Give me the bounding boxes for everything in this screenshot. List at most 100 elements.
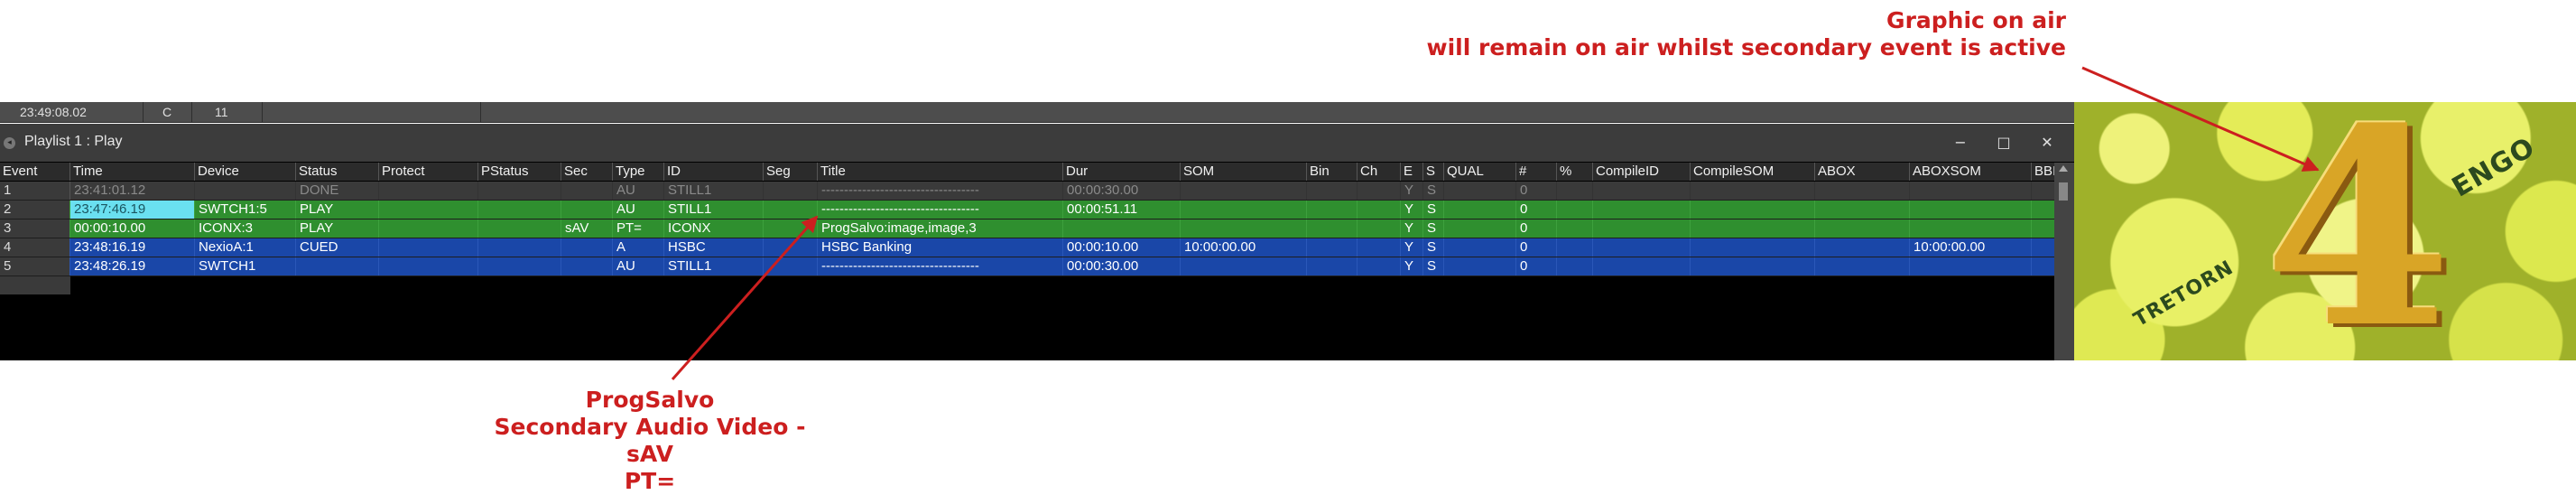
cell-compileid[interactable] [1593,219,1691,238]
cell-abox[interactable] [1815,257,1910,276]
cell-sec[interactable]: sAV [561,219,613,238]
cell-event[interactable]: 1 [0,182,70,200]
column-header-seg[interactable]: Seg [764,163,818,181]
cell-type[interactable]: AU [613,182,664,200]
cell-seg[interactable] [764,219,818,238]
maximize-button[interactable]: □ [1993,132,2015,154]
cell-time[interactable]: 23:48:16.19 [70,238,195,257]
cell-sec[interactable] [561,182,613,200]
cell-status[interactable]: PLAY [296,201,379,219]
column-header-device[interactable]: Device [195,163,296,181]
cell-compileid[interactable] [1593,238,1691,257]
scroll-up-arrow-icon[interactable] [2059,165,2068,172]
cell-pstatus[interactable] [478,201,561,219]
cell-status[interactable]: DONE [296,182,379,200]
cell-pct[interactable] [1557,257,1593,276]
column-header-compileid[interactable]: CompileID [1593,163,1691,181]
cell-num[interactable]: 0 [1516,257,1557,276]
cell-type[interactable]: PT= [613,219,664,238]
cell-e[interactable]: Y [1401,238,1423,257]
column-header-ch[interactable]: Ch [1357,163,1401,181]
close-button[interactable]: ✕ [2036,132,2058,154]
cell-ch[interactable] [1357,257,1401,276]
column-header-protect[interactable]: Protect [379,163,478,181]
cell-abox[interactable] [1815,219,1910,238]
cell-ch[interactable] [1357,182,1401,200]
cell-time[interactable]: 23:47:46.19 [70,201,195,219]
cell-qual[interactable] [1444,257,1516,276]
playlist-row[interactable]: 3 00:00:10.00 ICONX:3 PLAY sAV PT= ICONX ProgSa… [0,219,2063,238]
cell-device[interactable]: ICONX:3 [195,219,296,238]
cell-title[interactable]: ----------------------------------- [818,257,1063,276]
column-header-qual[interactable]: QUAL [1444,163,1516,181]
cell-title[interactable]: ----------------------------------- [818,201,1063,219]
cell-device[interactable]: NexioA:1 [195,238,296,257]
cell-status[interactable]: CUED [296,238,379,257]
window-titlebar[interactable]: ◂ Playlist 1 : Play − □ ✕ [0,124,2074,162]
cell-dur[interactable]: 00:00:51.11 [1063,201,1181,219]
column-header-abox[interactable]: ABOX [1815,163,1910,181]
column-header-type[interactable]: Type [613,163,664,181]
cell-title[interactable]: HSBC Banking [818,238,1063,257]
column-header-pstatus[interactable]: PStatus [478,163,561,181]
cell-event[interactable]: 2 [0,201,70,219]
cell-bin[interactable] [1307,182,1357,200]
cell-ch[interactable] [1357,219,1401,238]
playlist-row[interactable]: 1 23:41:01.12 DONE AU STILL1 ----------------… [0,182,2063,201]
cell-som[interactable] [1181,182,1307,200]
column-header-s[interactable]: S [1423,163,1444,181]
cell-time[interactable]: 23:41:01.12 [70,182,195,200]
cell-aboxsom[interactable] [1910,201,2032,219]
column-header-som[interactable]: SOM [1181,163,1307,181]
cell-pstatus[interactable] [478,238,561,257]
cell-aboxsom[interactable] [1910,257,2032,276]
cell-bin[interactable] [1307,219,1357,238]
cell-compilesom[interactable] [1691,201,1815,219]
cell-som[interactable] [1181,257,1307,276]
column-header-dur[interactable]: Dur [1063,163,1181,181]
cell-pstatus[interactable] [478,257,561,276]
cell-status[interactable]: PLAY [296,219,379,238]
column-header-id[interactable]: ID [664,163,764,181]
cell-time[interactable]: 23:48:26.19 [70,257,195,276]
column-header-num[interactable]: # [1516,163,1557,181]
cell-pct[interactable] [1557,219,1593,238]
playlist-row[interactable]: 5 23:48:26.19 SWTCH1 AU STILL1 --------------… [0,257,2063,276]
cell-dur[interactable]: 00:00:30.00 [1063,182,1181,200]
cell-protect[interactable] [379,257,478,276]
cell-compilesom[interactable] [1691,182,1815,200]
cell-num[interactable]: 0 [1516,201,1557,219]
cell-e[interactable]: Y [1401,219,1423,238]
cell-seg[interactable] [764,238,818,257]
cell-pct[interactable] [1557,238,1593,257]
cell-protect[interactable] [379,201,478,219]
playlist-row[interactable]: 4 23:48:16.19 NexioA:1 CUED A HSBC HSBC Bankin… [0,238,2063,257]
cell-bin[interactable] [1307,238,1357,257]
cell-compileid[interactable] [1593,201,1691,219]
cell-num[interactable]: 0 [1516,238,1557,257]
cell-pct[interactable] [1557,182,1593,200]
cell-id[interactable]: HSBC [664,238,764,257]
cell-seg[interactable] [764,182,818,200]
column-header-e[interactable]: E [1401,163,1423,181]
column-header-title[interactable]: Title [818,163,1063,181]
cell-qual[interactable] [1444,201,1516,219]
cell-s[interactable]: S [1423,201,1444,219]
cell-ch[interactable] [1357,201,1401,219]
column-header-time[interactable]: Time [70,163,195,181]
cell-qual[interactable] [1444,182,1516,200]
cell-id[interactable]: STILL1 [664,257,764,276]
cell-s[interactable]: S [1423,257,1444,276]
column-header-status[interactable]: Status [296,163,379,181]
cell-abox[interactable] [1815,201,1910,219]
cell-protect[interactable] [379,219,478,238]
cell-s[interactable]: S [1423,219,1444,238]
cell-event[interactable]: 5 [0,257,70,276]
cell-num[interactable]: 0 [1516,219,1557,238]
minimize-button[interactable]: − [1950,132,1971,154]
cell-pstatus[interactable] [478,219,561,238]
cell-bin[interactable] [1307,257,1357,276]
cell-compileid[interactable] [1593,182,1691,200]
cell-aboxsom[interactable] [1910,182,2032,200]
cell-device[interactable] [195,182,296,200]
